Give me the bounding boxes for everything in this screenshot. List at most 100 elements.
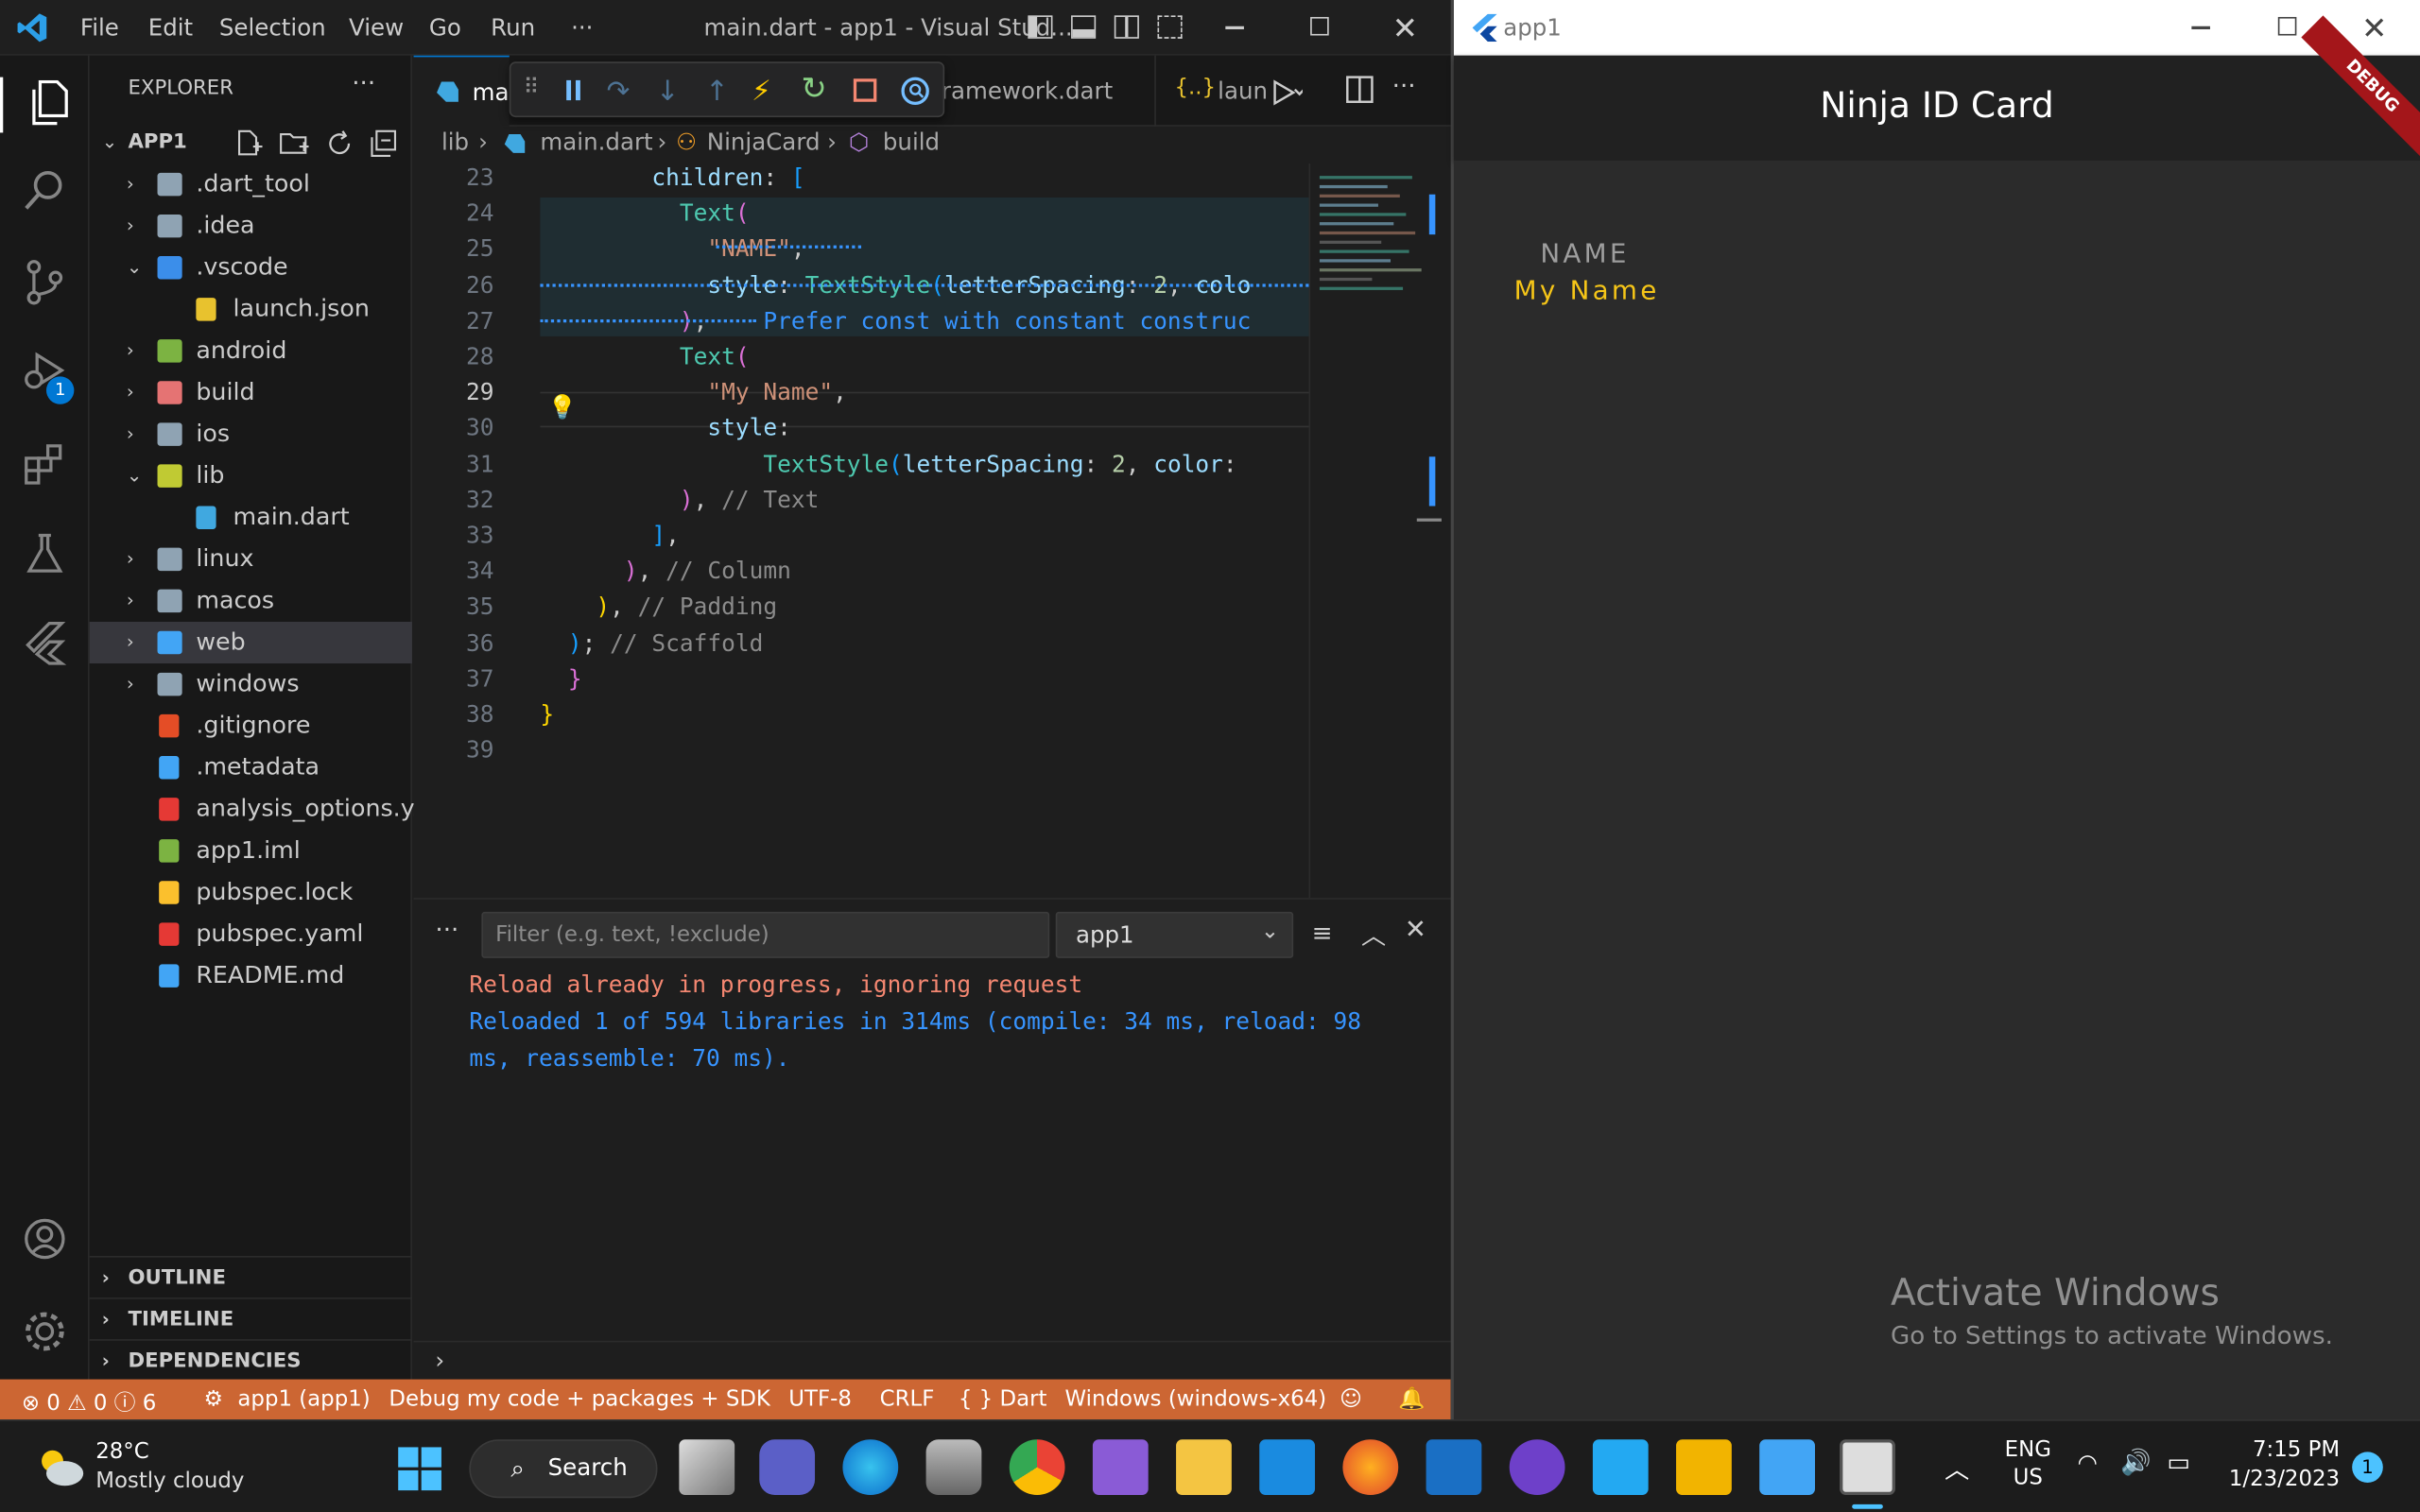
breadcrumb-file[interactable]: main.dart [540, 129, 652, 156]
folder-item[interactable]: › linux [90, 539, 412, 580]
activity-explorer[interactable] [0, 77, 90, 133]
file-item[interactable]: app1.iml [90, 830, 412, 871]
file-item[interactable]: pubspec.yaml [90, 914, 412, 955]
battery-icon[interactable]: ▭ [2167, 1447, 2190, 1476]
step-into-icon[interactable]: ↓ [656, 76, 687, 108]
folder-item[interactable]: › .idea [90, 205, 412, 247]
database-icon[interactable] [925, 1439, 982, 1496]
testing-icon[interactable] [22, 531, 68, 577]
drag-handle-icon[interactable]: ⠿ [523, 76, 554, 107]
folder-item[interactable]: ⌄ .vscode [90, 247, 412, 288]
clear-console-icon[interactable]: ≡ [1312, 918, 1333, 947]
filter-input[interactable]: Filter (e.g. text, !exclude) [481, 911, 1050, 958]
step-out-icon[interactable]: ↑ [705, 76, 736, 108]
minimize-icon[interactable] [1225, 26, 1244, 29]
console-input[interactable]: › [413, 1340, 1451, 1381]
source-control-icon[interactable] [22, 259, 68, 305]
accounts-icon[interactable] [22, 1216, 68, 1263]
teams-chat-icon[interactable] [759, 1439, 816, 1496]
file-explorer-icon[interactable] [1176, 1439, 1232, 1496]
volume-icon[interactable]: 🔊 [2120, 1447, 2152, 1476]
app-close-icon[interactable]: ✕ [2361, 9, 2387, 46]
flutter-app-taskbar-icon[interactable] [1759, 1439, 1816, 1496]
refresh-icon[interactable] [325, 129, 353, 157]
tab-launch-json[interactable]: {..} laun [1154, 55, 1268, 127]
windows-start-icon[interactable] [397, 1446, 443, 1492]
section-dependencies[interactable]: › DEPENDENCIES [89, 1339, 412, 1381]
flutter-icon[interactable] [22, 620, 68, 666]
file-item[interactable]: .metadata [90, 747, 412, 788]
new-folder-icon[interactable] [280, 129, 311, 157]
panel-more-icon[interactable]: ··· [435, 915, 458, 944]
encoding-status[interactable]: UTF-8 [788, 1387, 852, 1412]
split-editor-icon[interactable] [1346, 76, 1374, 103]
search-icon[interactable] [22, 166, 68, 213]
menu-edit[interactable]: Edit [148, 14, 193, 42]
menu-more[interactable]: ··· [571, 14, 593, 42]
problems-status[interactable]: ⊗ 0 ⚠ 0 ⓘ 6 [22, 1387, 156, 1418]
feedback-icon[interactable]: ☺ [1340, 1387, 1362, 1412]
minimap-scrollbar[interactable] [1428, 194, 1436, 235]
app-minimize-icon[interactable] [2191, 26, 2210, 29]
debug-mode-status[interactable]: Debug my code + packages + SDK [389, 1387, 769, 1412]
explorer-more-icon[interactable]: ··· [352, 68, 375, 97]
new-file-icon[interactable] [234, 129, 263, 157]
breadcrumb-class[interactable]: NinjaCard [707, 129, 821, 156]
hot-reload-icon[interactable]: ⚡ [752, 76, 783, 108]
weather-widget[interactable]: 28°C Mostly cloudy [27, 1436, 259, 1498]
toggle-sidebar-icon[interactable] [1028, 15, 1053, 39]
file-item[interactable]: main.dart [90, 497, 412, 539]
editor-more-icon[interactable]: ··· [1392, 71, 1416, 100]
extensions-icon[interactable] [22, 441, 68, 488]
folder-item[interactable]: › build [90, 371, 412, 413]
visual-studio-icon[interactable] [1092, 1439, 1149, 1496]
collapse-all-icon[interactable] [371, 129, 398, 157]
mail-icon[interactable] [1259, 1439, 1316, 1496]
pause-icon[interactable] [561, 76, 592, 107]
clock[interactable]: 7:15 PM 1/23/2023 [2216, 1438, 2340, 1492]
channel-select[interactable]: app1 ⌄ [1055, 911, 1294, 958]
wifi-icon[interactable]: ◠ [2078, 1449, 2098, 1476]
folder-item[interactable]: › web [89, 621, 412, 664]
step-over-icon[interactable]: ↷ [607, 76, 638, 108]
folder-item[interactable]: › .dart_tool [90, 163, 412, 205]
section-outline[interactable]: › OUTLINE [89, 1255, 412, 1297]
folder-item[interactable]: ⌄ lib [90, 455, 412, 497]
close-icon[interactable]: ✕ [1392, 9, 1418, 46]
vscode-taskbar-icon[interactable] [1592, 1439, 1649, 1496]
code-editor[interactable]: 💡 23 children: [24 Text(25 "NAME", 26 sty… [414, 163, 1309, 898]
toggle-secondary-sidebar-icon[interactable] [1114, 15, 1139, 39]
file-item[interactable]: pubspec.lock [90, 871, 412, 913]
maximize-icon[interactable] [1310, 16, 1329, 36]
folder-item[interactable]: › macos [90, 580, 412, 622]
file-item[interactable]: launch.json [90, 288, 412, 330]
settings-gear-icon[interactable] [22, 1308, 68, 1354]
run-debug-dropdown-icon[interactable] [1269, 77, 1303, 109]
stop-icon[interactable] [851, 76, 882, 107]
edge-icon[interactable] [842, 1439, 899, 1496]
xaml-app-icon[interactable] [1426, 1439, 1482, 1496]
run-debug-activity[interactable]: 1 [22, 349, 75, 404]
folder-item[interactable]: › windows [90, 663, 412, 705]
section-timeline[interactable]: › TIMELINE [89, 1297, 412, 1339]
minimap[interactable] [1308, 163, 1442, 899]
task-view-icon[interactable] [679, 1439, 735, 1496]
menu-go[interactable]: Go [429, 14, 461, 42]
breadcrumb-lib[interactable]: lib [441, 129, 469, 156]
debug-session-status[interactable]: app1 (app1) [237, 1387, 370, 1412]
snipping-tool-icon[interactable] [1840, 1439, 1895, 1496]
chrome-icon[interactable] [1009, 1439, 1065, 1496]
tab-main-dart[interactable]: ma [413, 55, 510, 127]
taskbar-search[interactable]: ⌕ Search [469, 1439, 658, 1499]
folder-item[interactable]: › ios [90, 414, 412, 455]
notifications-bell-icon[interactable]: 🔔 [1398, 1387, 1425, 1412]
toggle-panel-icon[interactable] [1071, 15, 1097, 39]
file-item[interactable]: .gitignore [90, 705, 412, 747]
menu-selection[interactable]: Selection [219, 14, 326, 42]
inspect-widget-icon[interactable] [900, 76, 931, 107]
device-status[interactable]: Windows (windows-x64) [1065, 1387, 1327, 1412]
folder-item[interactable]: › android [90, 330, 412, 371]
tray-chevron-up-icon[interactable]: ︿ [1945, 1449, 1969, 1486]
firefox-icon[interactable] [1342, 1439, 1399, 1496]
breadcrumb-method[interactable]: build [883, 129, 940, 156]
